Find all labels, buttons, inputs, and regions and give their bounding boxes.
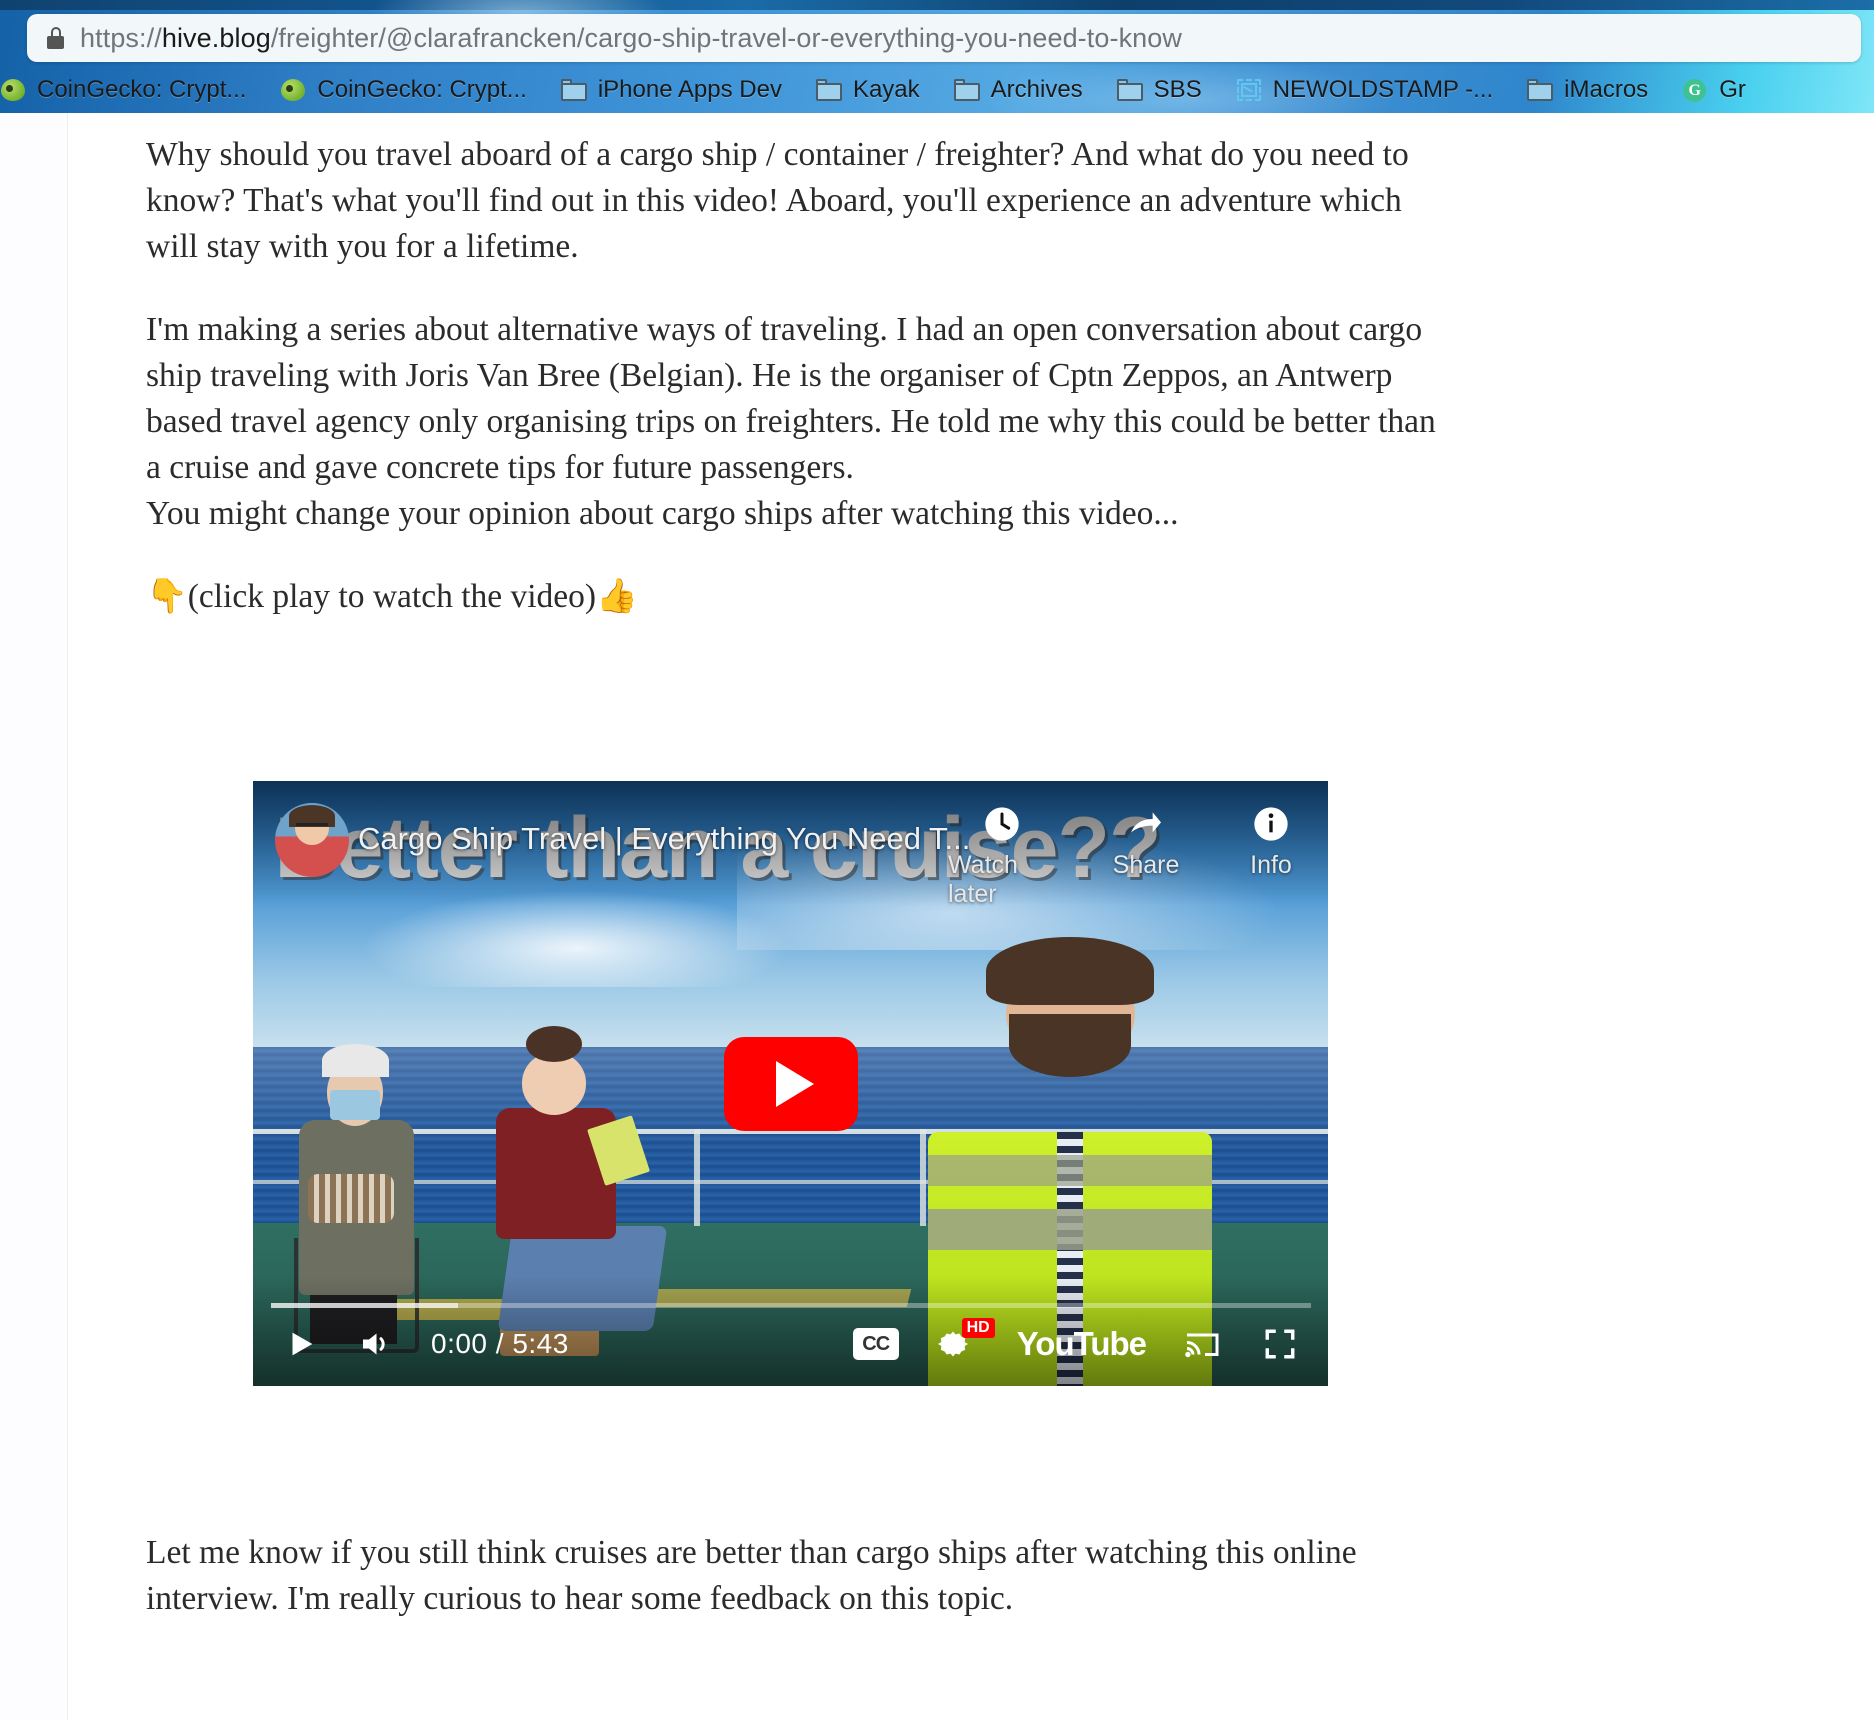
url-text: https://hive.blog/freighter/@clarafranck…	[80, 23, 1182, 54]
fullscreen-button[interactable]	[1258, 1322, 1302, 1366]
folder-icon	[560, 78, 587, 101]
youtube-logo[interactable]: YouTube	[1017, 1325, 1147, 1363]
thumbnail-person-seated	[285, 1041, 425, 1353]
lock-icon	[47, 27, 64, 49]
cast-icon[interactable]	[1180, 1322, 1224, 1366]
url-scheme: https://	[80, 22, 162, 53]
page-left-gutter	[0, 113, 68, 1720]
bookmark-item[interactable]: iMacros	[1510, 66, 1665, 113]
folder-icon	[815, 78, 842, 101]
browser-chrome: https://hive.blog/freighter/@clarafranck…	[0, 0, 1874, 113]
thumbnail-person-reading	[457, 1023, 672, 1357]
share-icon	[1125, 803, 1167, 845]
thumbnail-cloud	[360, 889, 791, 987]
player-top-actions: Watch later Share Info	[948, 803, 1306, 909]
gecko-icon	[280, 78, 306, 101]
bookmark-label: Gr	[1719, 75, 1746, 103]
info-icon	[1250, 803, 1292, 845]
progress-loaded	[271, 1303, 459, 1308]
browser-window: https://hive.blog/freighter/@clarafranck…	[0, 0, 1874, 1720]
folder-icon	[1527, 78, 1554, 101]
railing-post	[693, 1128, 700, 1226]
stamp-icon	[1236, 78, 1262, 101]
bookmark-item[interactable]: Archives	[937, 66, 1100, 113]
article-paragraph-2-line-2: You might change your opinion about carg…	[146, 495, 1179, 532]
video-title[interactable]: Cargo Ship Travel | Everything You Need …	[358, 821, 970, 857]
article-paragraph-3: 👇(click play to watch the video)👍	[146, 578, 638, 615]
address-bar[interactable]: https://hive.blog/freighter/@clarafranck…	[27, 14, 1861, 62]
progress-bar[interactable]	[271, 1303, 1311, 1308]
gecko-icon	[0, 78, 26, 101]
youtube-embed-player[interactable]: Better than a cruise?? Cargo Ship Travel…	[253, 781, 1328, 1386]
bookmark-item[interactable]: SBS	[1100, 66, 1219, 113]
grammarly-icon: G	[1682, 78, 1708, 102]
thumbnail-person-vest	[909, 932, 1232, 1386]
time-display: 0:00 / 5:43	[431, 1328, 569, 1359]
page-right-gutter	[1554, 113, 1874, 1720]
bookmarks-bar: CoinGecko: Crypt... CoinGecko: Crypt... …	[0, 66, 1874, 113]
play-triangle-icon	[775, 1060, 814, 1107]
bookmark-label: iPhone Apps Dev	[597, 75, 782, 103]
bookmark-label: CoinGecko: Crypt...	[317, 75, 527, 103]
bookmark-item[interactable]: iPhone Apps Dev	[544, 66, 799, 113]
folder-icon	[953, 78, 980, 101]
bookmark-label: iMacros	[1564, 75, 1649, 103]
bookmark-item[interactable]: NEWOLDSTAMP -...	[1219, 66, 1510, 113]
captions-button[interactable]: CC	[852, 1328, 899, 1360]
article-paragraph-4: Let me know if you still think cruises a…	[146, 1534, 1357, 1617]
article-paragraph-2: I'm making a series about alternative wa…	[146, 307, 1436, 537]
info-button[interactable]: Info	[1236, 803, 1306, 880]
bookmark-item[interactable]: Kayak	[799, 66, 937, 113]
bookmark-label: SBS	[1153, 75, 1202, 103]
watch-later-button[interactable]: Watch later	[948, 803, 1056, 909]
settings-button[interactable]: HD	[933, 1318, 995, 1366]
play-pause-button[interactable]	[279, 1322, 323, 1366]
share-button[interactable]: Share	[1092, 803, 1200, 880]
article-paragraph-2-line-1: I'm making a series about alternative wa…	[146, 311, 1436, 486]
bookmark-label: Kayak	[852, 75, 920, 103]
article-paragraph-1: Why should you travel aboard of a cargo …	[146, 136, 1409, 265]
watch-later-label: Watch later	[948, 851, 1018, 908]
bookmark-label: NEWOLDSTAMP -...	[1272, 75, 1494, 103]
volume-button[interactable]	[353, 1322, 397, 1366]
bookmark-label: CoinGecko: Crypt...	[37, 75, 247, 103]
page-viewport: Why should you travel aboard of a cargo …	[0, 113, 1874, 1720]
channel-avatar[interactable]	[275, 803, 349, 877]
bookmark-label: Archives	[990, 75, 1083, 103]
hd-quality-badge: HD	[961, 1318, 995, 1338]
window-top-strip	[0, 0, 1874, 10]
article-footer-text: Let me know if you still think cruises a…	[146, 1530, 1436, 1622]
folder-icon	[1116, 78, 1143, 101]
play-button[interactable]	[723, 1036, 858, 1131]
player-controls-right: CC HD YouTube	[852, 1318, 1302, 1366]
article-content: Why should you travel aboard of a cargo …	[146, 113, 1436, 620]
clock-icon	[981, 803, 1023, 845]
bookmark-item[interactable]: CoinGecko: Crypt...	[0, 66, 263, 113]
bookmark-item[interactable]: G Gr	[1665, 66, 1763, 113]
url-path: /freighter/@clarafrancken/cargo-ship-tra…	[270, 22, 1183, 53]
player-controls-left: 0:00 / 5:43	[279, 1322, 569, 1366]
share-label: Share	[1112, 851, 1180, 879]
url-host: hive.blog	[161, 22, 271, 53]
bookmark-item[interactable]: CoinGecko: Crypt...	[263, 66, 543, 113]
info-label: Info	[1250, 851, 1292, 879]
